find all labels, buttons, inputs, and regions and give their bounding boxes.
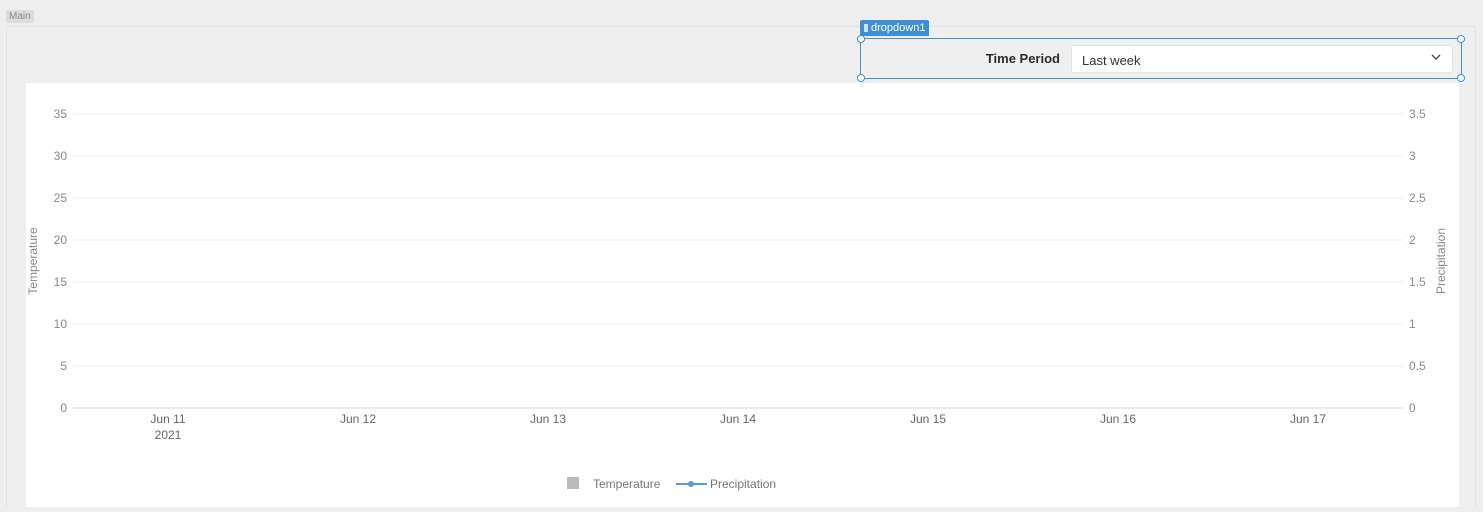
chart-card: 0 0 5 0.5 10 1 15 1.5 20 2 25 2.5 30 3 35 3.5 Jun 11 2021… — [26, 83, 1459, 507]
y-right-tick-label: 1 — [1409, 317, 1416, 331]
time-period-select[interactable]: Last week — [1071, 45, 1453, 73]
y-right-tick-label: 2.5 — [1409, 191, 1426, 205]
x-tick-label: Jun 12 — [340, 412, 376, 426]
y-right-tick-label: 0 — [1409, 401, 1416, 415]
widget-name: dropdown1 — [871, 22, 926, 34]
y-tick-label: 0 — [60, 401, 67, 415]
legend-precipitation-marker — [688, 481, 694, 487]
x-tick-label: Jun 16 — [1100, 412, 1136, 426]
y-tick-label: 30 — [54, 149, 68, 163]
y-right-tick-label: 3.5 — [1409, 107, 1426, 121]
resize-handle-top-right[interactable] — [1457, 35, 1465, 43]
x-year-label: 2021 — [155, 428, 182, 442]
x-tick-label: Jun 13 — [530, 412, 566, 426]
main-container-label: Main — [6, 10, 34, 23]
x-tick-label: Jun 11 — [150, 412, 185, 426]
legend-temperature-label: Temperature — [593, 477, 661, 491]
y-right-tick-label: 3 — [1409, 149, 1416, 163]
y-tick-label: 25 — [54, 191, 68, 205]
time-period-value: Last week — [1082, 53, 1141, 68]
weather-chart: 0 0 5 0.5 10 1 15 1.5 20 2 25 2.5 30 3 35 3.5 Jun 11 2021… — [26, 107, 1448, 491]
time-period-label: Time Period — [985, 51, 1060, 66]
y-axis-title: Temperature — [26, 227, 40, 295]
y-tick-label: 35 — [54, 107, 68, 121]
y-tick-label: 10 — [54, 317, 68, 331]
y-tick-label: 15 — [54, 275, 68, 289]
resize-handle-top-left[interactable] — [857, 35, 865, 43]
widget-name-tag[interactable]: dropdown1 — [860, 20, 930, 36]
legend-temperature-swatch — [567, 477, 579, 489]
x-tick-label: Jun 15 — [910, 412, 946, 426]
y-tick-label: 20 — [54, 233, 68, 247]
chevron-down-icon — [1431, 54, 1441, 60]
x-tick-label: Jun 17 — [1290, 412, 1326, 426]
y-right-axis-title: Precipitation — [1434, 228, 1448, 294]
y-right-tick-label: 1.5 — [1409, 275, 1426, 289]
resize-handle-bottom-left[interactable] — [857, 74, 865, 82]
dropdown-widget[interactable]: Time Period Last week — [857, 35, 1465, 82]
y-right-tick-label: 2 — [1409, 233, 1416, 247]
y-tick-label: 5 — [60, 359, 67, 373]
legend-precipitation-label: Precipitation — [710, 477, 776, 491]
x-tick-label: Jun 14 — [720, 412, 756, 426]
y-right-tick-label: 0.5 — [1409, 359, 1426, 373]
drag-handle-icon[interactable] — [864, 24, 868, 32]
resize-handle-bottom-right[interactable] — [1457, 74, 1465, 82]
